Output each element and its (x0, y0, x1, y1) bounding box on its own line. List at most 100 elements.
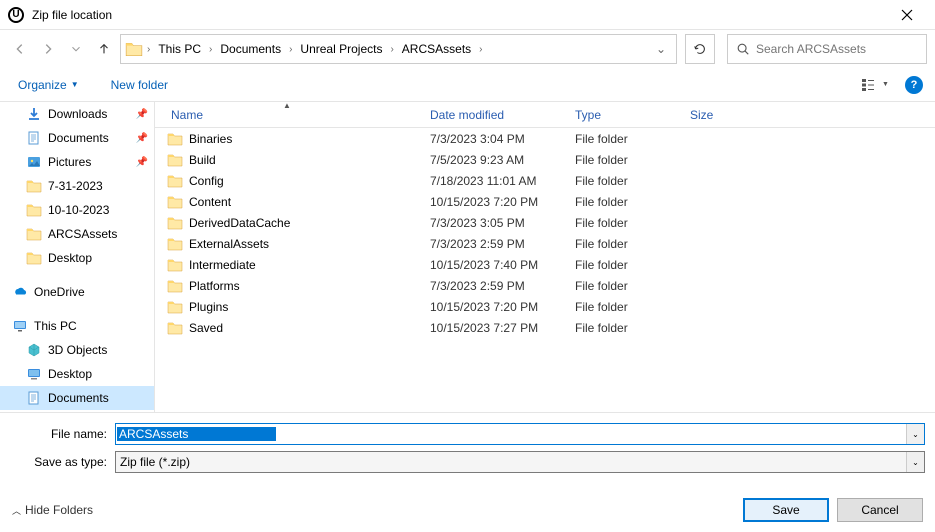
navigation-tree[interactable]: Downloads📌Documents📌Pictures📌7-31-202310… (0, 102, 155, 412)
file-name: Intermediate (189, 258, 256, 272)
back-button[interactable] (8, 37, 32, 61)
tree-item-label: Documents (48, 391, 109, 405)
file-row[interactable]: Platforms7/3/2023 2:59 PMFile folder (155, 275, 935, 296)
tree-item[interactable]: Downloads (0, 410, 154, 412)
file-row[interactable]: Intermediate10/15/2023 7:40 PMFile folde… (155, 254, 935, 275)
tree-item[interactable]: ARCSAssets (0, 222, 154, 246)
column-headers: ▲ Name Date modified Type Size (155, 102, 935, 128)
forward-button[interactable] (36, 37, 60, 61)
organize-button[interactable]: Organize ▼ (12, 74, 85, 96)
view-options-button[interactable]: ▼ (857, 73, 893, 97)
file-type: File folder (565, 237, 680, 251)
tree-item[interactable]: This PC (0, 314, 154, 338)
close-icon (901, 9, 913, 21)
view-icon (861, 78, 879, 92)
folder-icon (167, 278, 183, 294)
save-type-dropdown[interactable]: ⌄ (906, 452, 924, 472)
tree-item[interactable]: Documents📌 (0, 126, 154, 150)
new-folder-button[interactable]: New folder (105, 74, 174, 96)
search-box[interactable] (727, 34, 927, 64)
tree-item[interactable]: 7-31-2023 (0, 174, 154, 198)
file-type: File folder (565, 321, 680, 335)
file-row[interactable]: Content10/15/2023 7:20 PMFile folder (155, 191, 935, 212)
cancel-button[interactable]: Cancel (837, 498, 923, 522)
hide-folders-button[interactable]: ︿ Hide Folders (12, 503, 93, 517)
arrow-up-icon (97, 42, 111, 56)
tree-item[interactable]: 3D Objects (0, 338, 154, 362)
chevron-right-icon: › (388, 44, 395, 55)
tree-item-label: This PC (34, 319, 77, 333)
file-row[interactable]: DerivedDataCache7/3/2023 3:05 PMFile fol… (155, 212, 935, 233)
folder-icon (167, 236, 183, 252)
save-type-value: Zip file (*.zip) (116, 455, 906, 469)
folder-icon (167, 299, 183, 315)
file-date: 10/15/2023 7:20 PM (420, 300, 565, 314)
file-date: 7/3/2023 3:04 PM (420, 132, 565, 146)
file-row[interactable]: Build7/5/2023 9:23 AMFile folder (155, 149, 935, 170)
chevron-down-icon: ▼ (882, 81, 889, 88)
tree-item[interactable]: Downloads📌 (0, 102, 154, 126)
column-type[interactable]: Type (565, 102, 680, 127)
filename-label: File name: (10, 427, 115, 441)
breadcrumb-item[interactable]: ARCSAssets (398, 35, 475, 63)
save-button[interactable]: Save (743, 498, 829, 522)
file-date: 7/3/2023 2:59 PM (420, 237, 565, 251)
save-type-label: Save as type: (10, 455, 115, 469)
up-button[interactable] (92, 37, 116, 61)
filename-field[interactable]: ⌄ (115, 423, 925, 445)
tree-item[interactable]: Desktop (0, 246, 154, 270)
file-type: File folder (565, 195, 680, 209)
help-button[interactable]: ? (905, 76, 923, 94)
tree-item[interactable]: 10-10-2023 (0, 198, 154, 222)
folder-icon (167, 173, 183, 189)
file-date: 7/3/2023 2:59 PM (420, 279, 565, 293)
file-date: 10/15/2023 7:40 PM (420, 258, 565, 272)
file-row[interactable]: Plugins10/15/2023 7:20 PMFile folder (155, 296, 935, 317)
breadcrumb-item[interactable]: Unreal Projects (296, 35, 386, 63)
search-input[interactable] (756, 42, 918, 56)
tree-item[interactable]: Documents (0, 386, 154, 410)
filename-input[interactable] (117, 427, 276, 441)
file-row[interactable]: ExternalAssets7/3/2023 2:59 PMFile folde… (155, 233, 935, 254)
file-row[interactable]: Binaries 7/3/2023 3:04 PMFile folder (155, 128, 935, 149)
file-list[interactable]: Binaries7/3/2023 3:04 PMFile folderBuild… (155, 128, 935, 412)
column-size[interactable]: Size (680, 102, 760, 127)
column-date[interactable]: Date modified (420, 102, 565, 127)
pin-icon: 📌 (136, 109, 148, 120)
pin-icon: 📌 (136, 157, 148, 168)
path-dropdown[interactable]: ⌄ (650, 42, 672, 56)
folder-icon (125, 40, 143, 58)
breadcrumb-item[interactable]: Documents (216, 35, 285, 63)
chevron-right-icon: › (287, 44, 294, 55)
file-type: File folder (565, 153, 680, 167)
recent-button[interactable] (64, 37, 88, 61)
tree-item-label: ARCSAssets (48, 227, 117, 241)
file-row[interactable]: Saved10/15/2023 7:27 PMFile folder (155, 317, 935, 338)
chevron-right-icon: › (145, 44, 152, 55)
file-type: File folder (565, 216, 680, 230)
save-type-field[interactable]: Zip file (*.zip) ⌄ (115, 451, 925, 473)
organize-label: Organize (18, 78, 67, 92)
tree-item[interactable]: Pictures📌 (0, 150, 154, 174)
file-date: 10/15/2023 7:27 PM (420, 321, 565, 335)
chevron-down-icon (69, 42, 83, 56)
filename-history-dropdown[interactable]: ⌄ (906, 424, 924, 444)
refresh-button[interactable] (685, 34, 715, 64)
window-title: Zip file location (32, 8, 887, 22)
file-name: Binaries (189, 132, 232, 146)
address-bar[interactable]: › This PC › Documents › Unreal Projects … (120, 34, 677, 64)
breadcrumb-item[interactable]: This PC (154, 35, 205, 63)
folder-icon (167, 215, 183, 231)
tree-item-label: 3D Objects (48, 343, 107, 357)
tree-item-label: Desktop (48, 367, 92, 381)
chevron-up-icon: ︿ (12, 504, 21, 517)
file-date: 7/5/2023 9:23 AM (420, 153, 565, 167)
arrow-left-icon (13, 42, 27, 56)
tree-item[interactable]: Desktop (0, 362, 154, 386)
close-button[interactable] (887, 0, 927, 30)
file-type: File folder (565, 132, 680, 146)
file-row[interactable]: Config7/18/2023 11:01 AMFile folder (155, 170, 935, 191)
folder-icon (167, 152, 183, 168)
tree-item[interactable]: OneDrive (0, 280, 154, 304)
column-name[interactable]: ▲ Name (155, 102, 420, 127)
